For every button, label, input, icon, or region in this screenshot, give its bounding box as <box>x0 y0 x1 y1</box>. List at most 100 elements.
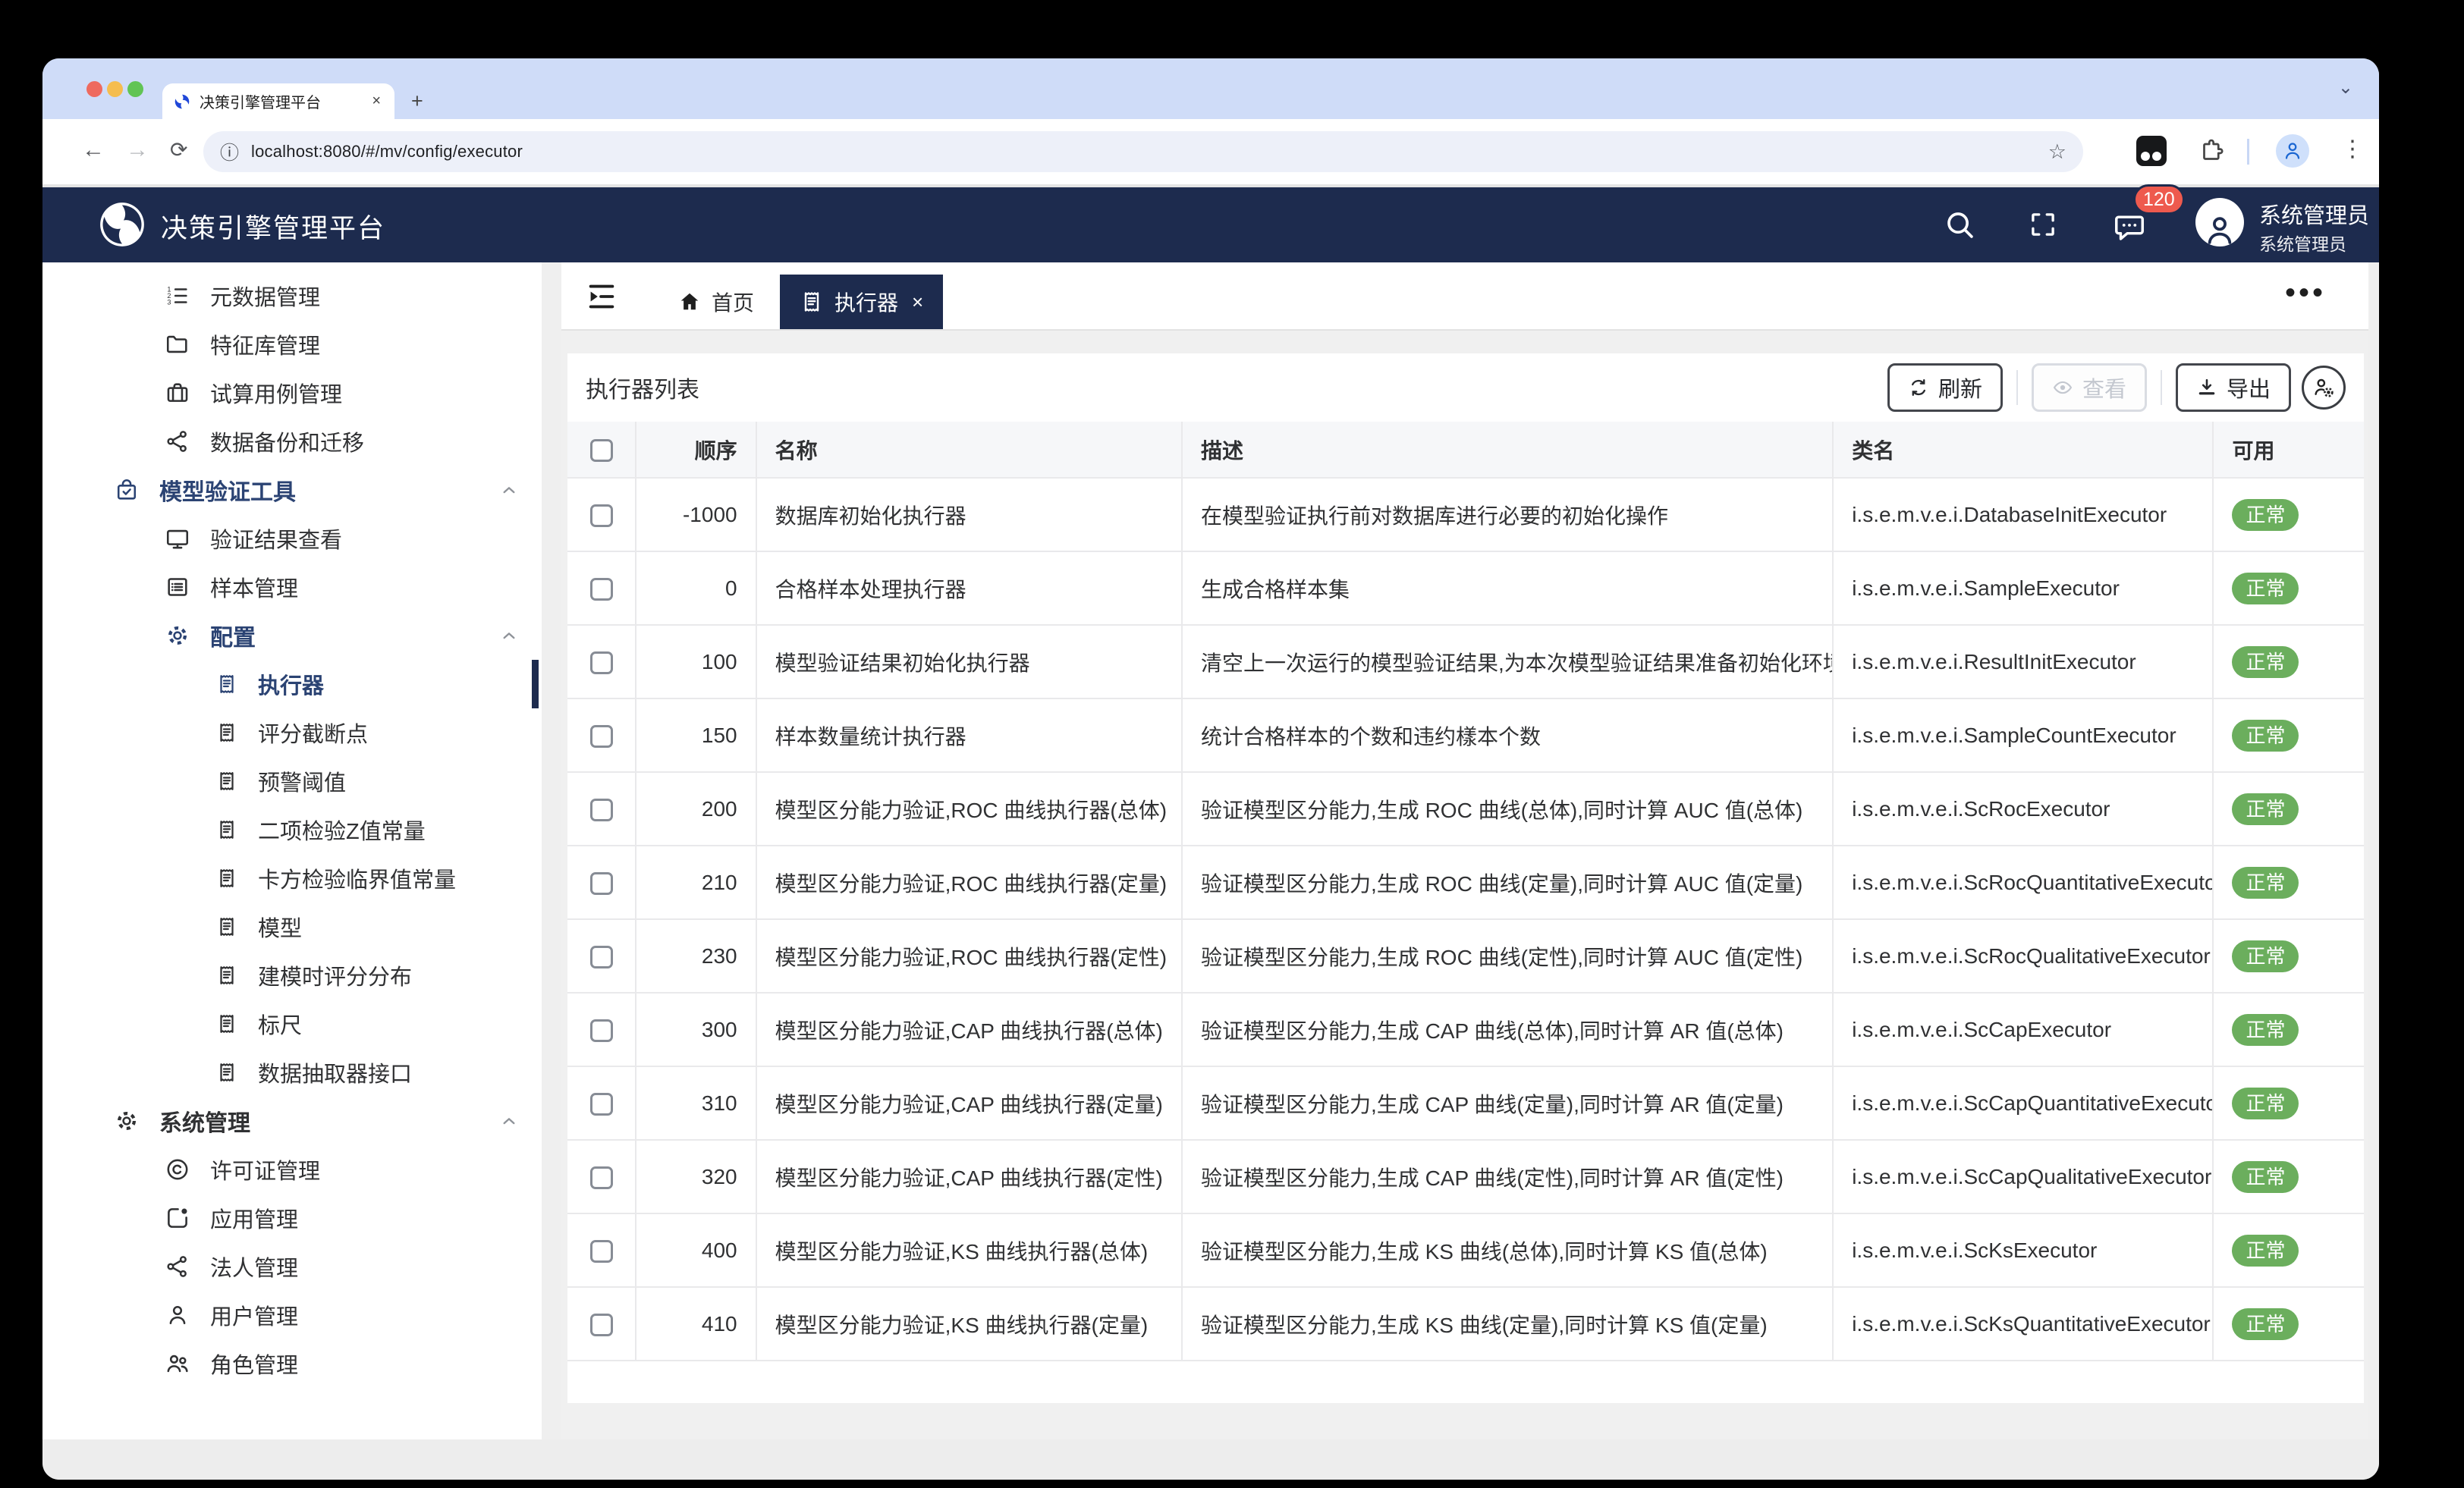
table-row[interactable]: 410 模型区分能力验证,KS 曲线执行器(定量) 验证模型区分能力,生成 KS… <box>567 1287 2364 1361</box>
sidebar-item-ruler[interactable]: 标尺 <box>42 1000 561 1048</box>
tab-executor-active[interactable]: 执行器 × <box>780 275 943 329</box>
traffic-light-minimize[interactable] <box>107 81 123 97</box>
row-checkbox[interactable] <box>590 1240 613 1263</box>
browser-tab[interactable]: 决策引擎管理平台 × <box>162 83 394 119</box>
table-row[interactable]: 300 模型区分能力验证,CAP 曲线执行器(总体) 验证模型区分能力,生成 C… <box>567 993 2364 1066</box>
view-button[interactable]: 查看 <box>2032 363 2147 412</box>
sidebar-item-feature-lib[interactable]: 特征库管理 <box>42 320 561 369</box>
cell-desc: 验证模型区分能力,生成 KS 曲线(总体),同时计算 KS 值(总体) <box>1182 1213 1833 1287</box>
sidebar-item-system-mgmt[interactable]: 系统管理 <box>42 1097 561 1145</box>
extensions-puzzle-icon[interactable] <box>2198 137 2226 165</box>
column-settings-button[interactable] <box>2302 366 2346 410</box>
row-checkbox[interactable] <box>590 1019 613 1042</box>
sidebar-item-trial-case[interactable]: 试算用例管理 <box>42 369 561 417</box>
row-checkbox[interactable] <box>590 1093 613 1116</box>
browser-profile-avatar[interactable] <box>2276 134 2309 168</box>
site-info-icon[interactable]: ⓘ <box>220 138 239 165</box>
sidebar-item-result-view[interactable]: 验证结果查看 <box>42 514 561 563</box>
sidebar-item-executor[interactable]: 执行器 <box>42 660 561 708</box>
tab-close-icon[interactable]: × <box>912 290 923 314</box>
tabs-more-icon[interactable]: ••• <box>2285 276 2326 310</box>
cell-desc: 在模型验证执行前对数据库进行必要的初始化操作 <box>1182 478 1833 551</box>
tab-close-icon[interactable]: × <box>369 93 384 110</box>
traffic-light-close[interactable] <box>86 81 102 97</box>
header-search-icon[interactable] <box>1942 207 1977 242</box>
row-checkbox[interactable] <box>590 872 613 895</box>
tab-search-icon[interactable]: ⌄ <box>2338 77 2353 99</box>
cell-desc: 统计合格样本的个数和违约樣本个数 <box>1182 698 1833 772</box>
cell-desc: 验证模型区分能力,生成 CAP 曲线(总体),同时计算 AR 值(总体) <box>1182 993 1833 1066</box>
row-checkbox[interactable] <box>590 651 613 674</box>
table-row[interactable]: 200 模型区分能力验证,ROC 曲线执行器(总体) 验证模型区分能力,生成 R… <box>567 772 2364 846</box>
sidebar-item-metadata[interactable]: 元数据管理 <box>42 272 561 320</box>
sidebar-item-data-extractor-api[interactable]: 数据抽取器接口 <box>42 1048 561 1097</box>
reload-button[interactable]: ⟳ <box>170 137 187 162</box>
table-row[interactable]: 150 样本数量统计执行器 统计合格样本的个数和违约樣本个数 i.s.e.m.v… <box>567 698 2364 772</box>
sidebar-collapse-icon[interactable] <box>584 279 619 314</box>
row-checkbox[interactable] <box>590 1166 613 1189</box>
monitor-icon <box>165 526 190 551</box>
browser-menu-icon[interactable]: ⋮ <box>2341 136 2364 162</box>
sidebar-item-label: 执行器 <box>258 668 324 700</box>
row-checkbox[interactable] <box>590 578 613 601</box>
cell-available: 正常 <box>2213 993 2364 1066</box>
tab-home[interactable]: 首页 <box>657 275 775 329</box>
person-gear-icon <box>2312 375 2336 400</box>
sidebar-item-chi-square[interactable]: 卡方检验临界值常量 <box>42 854 561 903</box>
table-row[interactable]: 310 模型区分能力验证,CAP 曲线执行器(定量) 验证模型区分能力,生成 C… <box>567 1066 2364 1140</box>
receipt-icon <box>215 867 238 890</box>
address-bar[interactable]: ⓘ localhost:8080/#/mv/config/executor ☆ <box>203 131 2083 172</box>
row-checkbox[interactable] <box>590 1314 613 1336</box>
sidebar-item-modeling-score-dist[interactable]: 建模时评分分布 <box>42 951 561 1000</box>
user-avatar[interactable] <box>2195 198 2244 246</box>
header-fullscreen-icon[interactable] <box>2027 209 2059 240</box>
refresh-button[interactable]: 刷新 <box>1887 363 2003 412</box>
sidebar-item-score-cutoff[interactable]: 评分截断点 <box>42 708 561 757</box>
sidebar-item-label: 角色管理 <box>210 1348 298 1380</box>
table-row[interactable]: 100 模型验证结果初始化执行器 清空上一次运行的模型验证结果,为本次模型验证结… <box>567 625 2364 698</box>
sidebar-item-config[interactable]: 配置 <box>42 611 561 660</box>
row-checkbox[interactable] <box>590 799 613 821</box>
row-checkbox[interactable] <box>590 946 613 968</box>
bookmark-star-icon[interactable]: ☆ <box>2048 140 2066 164</box>
back-button[interactable]: ← <box>82 137 105 163</box>
table-row[interactable]: -1000 数据库初始化执行器 在模型验证执行前对数据库进行必要的初始化操作 i… <box>567 478 2364 551</box>
sidebar-item-warning-threshold[interactable]: 预警阈值 <box>42 757 561 805</box>
sidebar-item-app-mgmt[interactable]: 应用管理 <box>42 1194 561 1242</box>
export-button[interactable]: 导出 <box>2176 363 2291 412</box>
cell-class: i.s.e.m.v.e.i.SampleCountExecutor <box>1833 698 2213 772</box>
sidebar-item-user-mgmt[interactable]: 用户管理 <box>42 1291 561 1339</box>
cell-name: 模型区分能力验证,KS 曲线执行器(定量) <box>756 1287 1182 1361</box>
cell-class: i.s.e.m.v.e.i.ScCapQuantitativeExecutor <box>1833 1066 2213 1140</box>
cell-available: 正常 <box>2213 919 2364 993</box>
sidebar-item-model-validation-tools[interactable]: 模型验证工具 <box>42 466 561 514</box>
sidebar-item-binomial-z[interactable]: 二项检验Z值常量 <box>42 805 561 854</box>
sidebar-item-legal-person[interactable]: 法人管理 <box>42 1242 561 1291</box>
table-row[interactable]: 0 合格样本处理执行器 生成合格样本集 i.s.e.m.v.e.i.Sample… <box>567 551 2364 625</box>
sidebar-item-data-backup[interactable]: 数据备份和迁移 <box>42 417 561 466</box>
status-badge: 正常 <box>2232 940 2299 972</box>
header-messages-icon[interactable] <box>2112 210 2147 245</box>
extension-icon[interactable] <box>2136 136 2167 166</box>
table-row[interactable]: 320 模型区分能力验证,CAP 曲线执行器(定性) 验证模型区分能力,生成 C… <box>567 1140 2364 1213</box>
sidebar-item-model[interactable]: 模型 <box>42 903 561 951</box>
table-row[interactable]: 210 模型区分能力验证,ROC 曲线执行器(定量) 验证模型区分能力,生成 R… <box>567 846 2364 919</box>
new-tab-button[interactable]: + <box>411 89 423 113</box>
share-icon <box>165 429 190 454</box>
sidebar-item-license[interactable]: 许可证管理 <box>42 1145 561 1194</box>
row-checkbox[interactable] <box>590 725 613 748</box>
table-row[interactable]: 230 模型区分能力验证,ROC 曲线执行器(定性) 验证模型区分能力,生成 R… <box>567 919 2364 993</box>
receipt-icon <box>800 290 824 314</box>
url-text[interactable]: localhost:8080/#/mv/config/executor <box>251 142 523 162</box>
main-scrollbar[interactable] <box>2368 262 2379 1439</box>
cell-order: 210 <box>636 846 756 919</box>
briefcase-icon <box>165 380 190 406</box>
traffic-light-zoom[interactable] <box>127 81 143 97</box>
row-checkbox[interactable] <box>590 504 613 527</box>
sidebar-item-sample-mgmt[interactable]: 样本管理 <box>42 563 561 611</box>
sidebar-item-role-mgmt[interactable]: 角色管理 <box>42 1339 561 1388</box>
select-all-checkbox[interactable] <box>590 439 613 462</box>
refresh-label: 刷新 <box>1938 372 1982 403</box>
sidebar-scrollbar[interactable] <box>542 262 561 1439</box>
table-row[interactable]: 400 模型区分能力验证,KS 曲线执行器(总体) 验证模型区分能力,生成 KS… <box>567 1213 2364 1287</box>
